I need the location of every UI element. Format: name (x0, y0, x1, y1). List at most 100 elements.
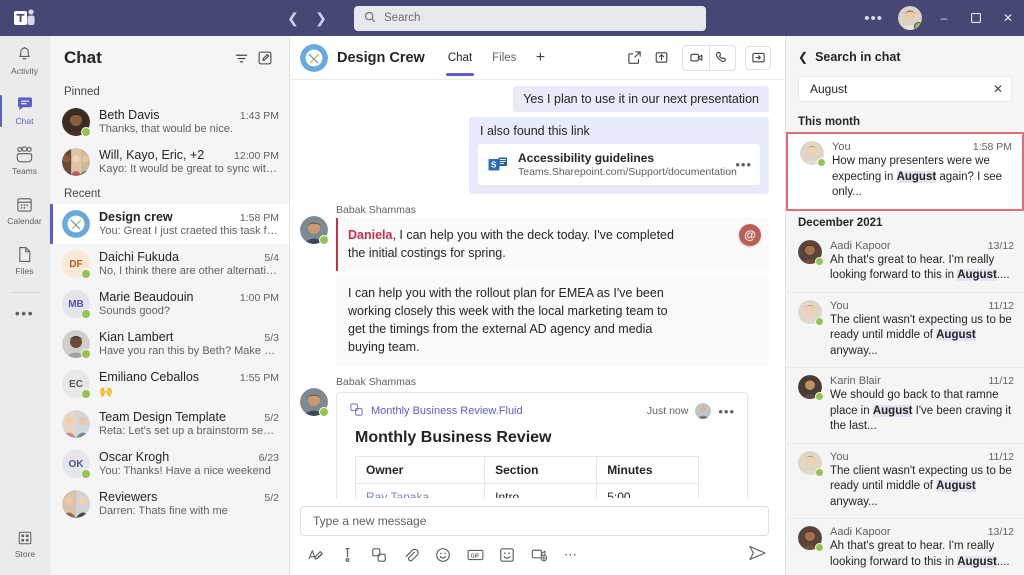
video-call-icon[interactable] (683, 46, 709, 70)
priority-icon[interactable] (338, 546, 356, 564)
search-result[interactable]: Aadi Kapoor 13/12 Ah that's great to hea… (786, 233, 1024, 293)
search-result[interactable]: Aadi Kapoor 13/12 Ah that's great to hea… (786, 519, 1024, 575)
sidebar-item-label: Teams (11, 166, 38, 176)
search-result[interactable]: You 11/12 The client wasn't expecting us… (786, 293, 1024, 368)
maximize-button[interactable] (960, 0, 992, 36)
link-card[interactable]: S Accessibility guidelines Teams.Sharepo… (478, 144, 760, 185)
screen-share-icon[interactable] (745, 45, 771, 70)
message-input[interactable]: Type a new message (300, 506, 769, 536)
fluid-card-header: Monthly Business Review.Fluid Just now •… (349, 402, 735, 420)
search-result-author: Aadi Kapoor (830, 239, 891, 252)
search-group-label: December 2021 (798, 216, 883, 229)
chevron-left-icon[interactable]: ❮ (282, 7, 304, 29)
message-author: Babak Shammas (336, 204, 416, 216)
sidebar-item-chat[interactable]: Chat (0, 86, 50, 136)
chat-list-scroll[interactable]: Pinned Beth Davis 1:43 PM Thanks, that w… (50, 80, 289, 575)
compose-toolbar: GIF ⋯ (300, 536, 769, 565)
add-tab-button[interactable]: + (527, 36, 553, 80)
share-to-teams-icon[interactable] (649, 46, 673, 70)
new-chat-icon[interactable] (253, 46, 277, 70)
list-item-design-crew[interactable]: Design crew 1:58 PM You: Great I just cr… (50, 204, 289, 244)
format-icon[interactable] (306, 546, 324, 564)
more-apps-button[interactable]: ••• (0, 299, 50, 327)
open-new-window-icon[interactable] (622, 46, 646, 70)
search-result-time: 13/12 (987, 239, 1014, 252)
message-text-rest: , I can help you with the deck today. I'… (348, 228, 674, 260)
list-item-name: Reviewers (99, 490, 158, 504)
search-query-value[interactable]: August (810, 82, 993, 96)
chat-list-header: Chat (50, 36, 289, 80)
global-search-input[interactable]: Search (384, 12, 420, 24)
loop-component-icon[interactable] (370, 546, 388, 564)
bell-icon (16, 46, 33, 66)
search-input[interactable]: August ✕ (798, 76, 1012, 102)
minimize-button[interactable]: – (928, 0, 960, 36)
message-list[interactable]: Yes I plan to use it in our next present… (290, 80, 785, 498)
list-item[interactable]: Reviewers 5/2 Darren: Thats fine with me (50, 484, 289, 524)
message-incoming-fluid: Babak Shammas Monthly Business Review.Fl… (300, 376, 769, 498)
list-item[interactable]: MB Marie Beaudouin 1:00 PM Sounds good? (50, 284, 289, 324)
ellipsis-icon[interactable]: ⋯ (562, 546, 580, 564)
search-pane-header: ❮ Search in chat (786, 42, 1024, 72)
list-item[interactable]: OK Oscar Krogh 6/23 You: Thanks! Have a … (50, 444, 289, 484)
tab-chat[interactable]: Chat (439, 36, 481, 80)
text-before: The client wasn't expecting us to be rea… (830, 464, 1012, 493)
fluid-component-card[interactable]: Monthly Business Review.Fluid Just now •… (336, 392, 748, 498)
search-result-time: 11/12 (988, 450, 1015, 463)
avatar[interactable] (898, 6, 922, 30)
sidebar-item-files[interactable]: Files (0, 236, 50, 286)
teams-people-icon (15, 146, 34, 166)
search-result-text: The client wasn't expecting us to be rea… (830, 313, 1014, 360)
conversation-pane: Design Crew Chat Files + Yes I plan to u… (290, 36, 785, 575)
settings-and-more-button[interactable]: ••• (855, 10, 892, 27)
meet-now-icon[interactable] (530, 546, 548, 564)
chevron-right-icon[interactable]: ❯ (310, 7, 332, 29)
close-button[interactable]: ✕ (992, 0, 1024, 36)
filter-icon[interactable] (229, 46, 253, 70)
list-item[interactable]: Will, Kayo, Eric, +2 12:00 PM Kayo: It w… (50, 142, 289, 182)
search-highlight: August (957, 269, 997, 281)
avatar: MB (62, 290, 91, 319)
search-result-time: 13/12 (987, 526, 1014, 538)
store-container: Store (0, 519, 50, 569)
close-icon[interactable]: ✕ (993, 82, 1003, 96)
list-item[interactable]: Team Design Template 5/2 Reta: Let's set… (50, 404, 289, 444)
list-item[interactable]: Beth Davis 1:43 PM Thanks, that would be… (50, 102, 289, 142)
list-item-time: 1:58 PM (239, 212, 279, 224)
sidebar-item-store[interactable]: Store (0, 519, 50, 569)
presence-available-icon (81, 389, 91, 399)
send-icon[interactable] (748, 544, 767, 565)
link-card-more-button[interactable]: ••• (731, 157, 752, 172)
sticker-icon[interactable] (498, 546, 516, 564)
sidebar-item-calendar[interactable]: Calendar (0, 186, 50, 236)
fluid-more-button[interactable]: ••• (718, 404, 735, 419)
sidebar-item-teams[interactable]: Teams (0, 136, 50, 186)
list-item-preview: You: Great I just craeted this task for.… (99, 225, 279, 237)
title-bar: ❮ ❯ Search ••• – ✕ (0, 0, 1024, 36)
chevron-left-icon[interactable]: ❮ (798, 50, 808, 64)
search-result-highlighted[interactable]: You 1:58 PM How many presenters were we … (786, 132, 1024, 211)
search-pane-title: Search in chat (815, 50, 901, 64)
list-item-name: Kian Lambert (99, 330, 174, 344)
list-item[interactable]: EC Emiliano Ceballos 1:55 PM 🙌 (50, 364, 289, 404)
search-result-author: You (832, 141, 851, 153)
list-item[interactable]: Kian Lambert 5/3 Have you ran this by Be… (50, 324, 289, 364)
audio-call-icon[interactable] (709, 45, 735, 70)
tab-files[interactable]: Files (483, 36, 525, 80)
fluid-file-name[interactable]: Monthly Business Review.Fluid (371, 405, 640, 417)
list-item[interactable]: DF Daichi Fukuda 5/4 No, I think there a… (50, 244, 289, 284)
emoji-icon[interactable] (434, 546, 452, 564)
table-cell-owner[interactable]: Ray Tanaka (354, 483, 486, 498)
giphy-icon[interactable]: GIF (466, 546, 484, 564)
sidebar-item-activity[interactable]: Activity (0, 36, 50, 86)
search-result[interactable]: You 11/12 The client wasn't expecting us… (786, 444, 1024, 519)
list-item-time: 1:55 PM (239, 372, 279, 384)
sidebar-item-label: Chat (15, 116, 34, 126)
attach-icon[interactable] (402, 546, 420, 564)
search-result[interactable]: Karin Blair 11/12 We should go back to t… (786, 368, 1024, 444)
list-item-preview: 🙌 (99, 386, 113, 398)
link-card-url: Teams.Sharepoint.com/Support/documentati… (518, 166, 737, 178)
search-results-list[interactable]: This month You 1:58 PM How many presente… (786, 110, 1024, 575)
global-search-box[interactable]: Search (354, 5, 706, 31)
presence-available-icon (81, 349, 91, 359)
